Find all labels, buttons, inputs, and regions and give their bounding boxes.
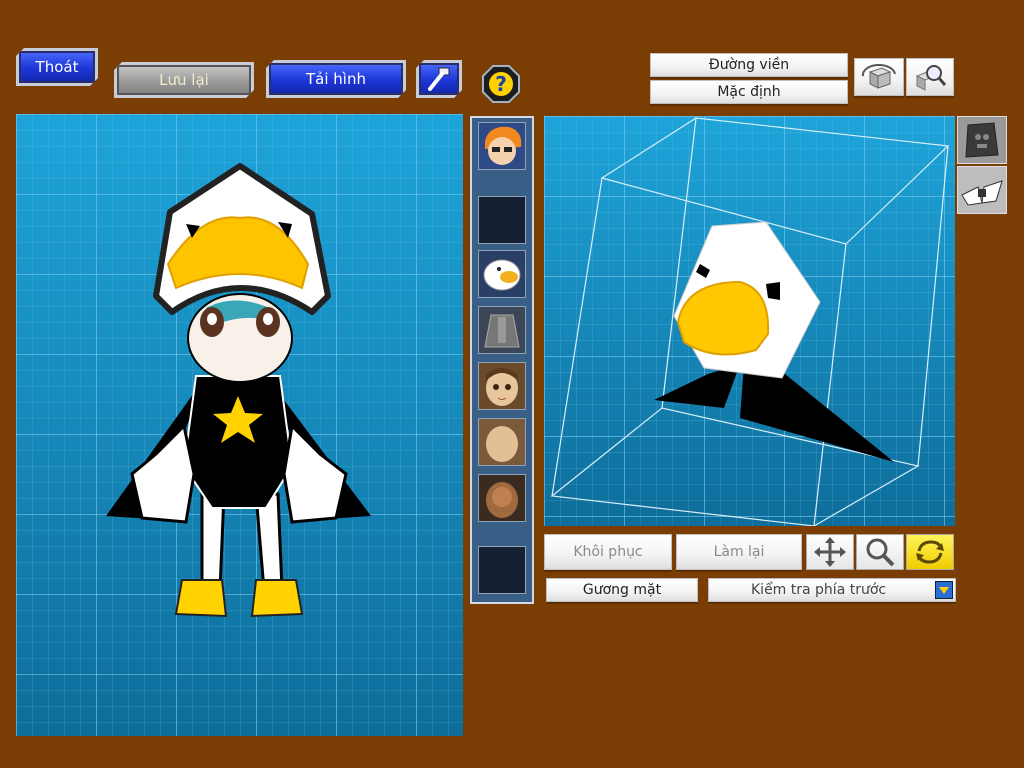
help-icon: ? [482, 65, 520, 103]
empty-slot[interactable] [478, 546, 526, 594]
block-tool-button[interactable] [957, 116, 1007, 164]
move-tool-button[interactable] [806, 534, 854, 570]
view-select-dropdown[interactable]: Kiểm tra phía trước [708, 578, 956, 602]
rotate-arrows-icon [916, 540, 944, 564]
editor-3d-scene [550, 117, 950, 527]
cube-zoom-icon [915, 65, 947, 91]
zoom-view-button[interactable] [906, 58, 954, 96]
zoom-tool-button[interactable] [856, 534, 904, 570]
dropdown-arrow-button[interactable] [935, 581, 953, 599]
face-thumb[interactable] [478, 362, 526, 410]
load-image-button[interactable]: Tải hình [266, 60, 406, 98]
body-armor-thumb[interactable] [478, 306, 526, 354]
help-button[interactable]: ? [481, 64, 521, 104]
empty-slot[interactable] [478, 196, 526, 244]
rotate-tool-button[interactable] [906, 534, 954, 570]
wings-icon [961, 180, 1003, 206]
save-button[interactable]: Lưu lại [114, 62, 254, 98]
dark-face-icon [486, 482, 518, 518]
exit-label: Thoát [35, 58, 79, 76]
face-icon [486, 368, 518, 406]
chevron-down-icon [939, 587, 949, 594]
restore-button[interactable]: Khôi phục [544, 534, 672, 570]
parts-strip [470, 116, 534, 604]
part-face-button[interactable]: Gương mặt [546, 578, 698, 602]
rotate-view-button[interactable] [854, 58, 904, 96]
character-preview[interactable] [16, 114, 463, 736]
tool-button[interactable] [416, 60, 462, 98]
save-label: Lưu lại [159, 71, 209, 89]
wings-tool-button[interactable] [957, 166, 1007, 214]
load-image-label: Tải hình [306, 70, 366, 88]
redo-button[interactable]: Làm lại [676, 534, 802, 570]
portrait-icon [479, 123, 525, 169]
blank-face-icon [486, 426, 518, 462]
face-dark-thumb[interactable] [478, 474, 526, 522]
part-face-label: Gương mặt [582, 582, 662, 598]
face-blank-thumb[interactable] [478, 418, 526, 466]
view-select-value: Kiểm tra phía trước [751, 582, 887, 598]
exit-button[interactable]: Thoát [16, 48, 98, 86]
character-portrait-thumb[interactable] [478, 122, 526, 170]
outline-button[interactable]: Đường viền [650, 53, 848, 77]
outline-label: Đường viền [708, 57, 790, 73]
character-figure [106, 163, 371, 618]
magnifier-icon [866, 538, 895, 567]
editor-3d-view[interactable] [544, 116, 955, 527]
svg-text:?: ? [495, 72, 507, 96]
default-button[interactable]: Mặc định [650, 80, 848, 104]
cube-rotate-icon [861, 63, 896, 89]
default-label: Mặc định [717, 84, 781, 100]
armor-icon [484, 314, 520, 348]
hammer-icon [426, 66, 452, 92]
skull-block-icon [965, 122, 999, 158]
hood-icon [483, 259, 521, 291]
redo-label: Làm lại [713, 544, 765, 560]
bird-hood-thumb[interactable] [478, 250, 526, 298]
restore-label: Khôi phục [573, 544, 643, 560]
move-arrows-icon [814, 537, 846, 567]
